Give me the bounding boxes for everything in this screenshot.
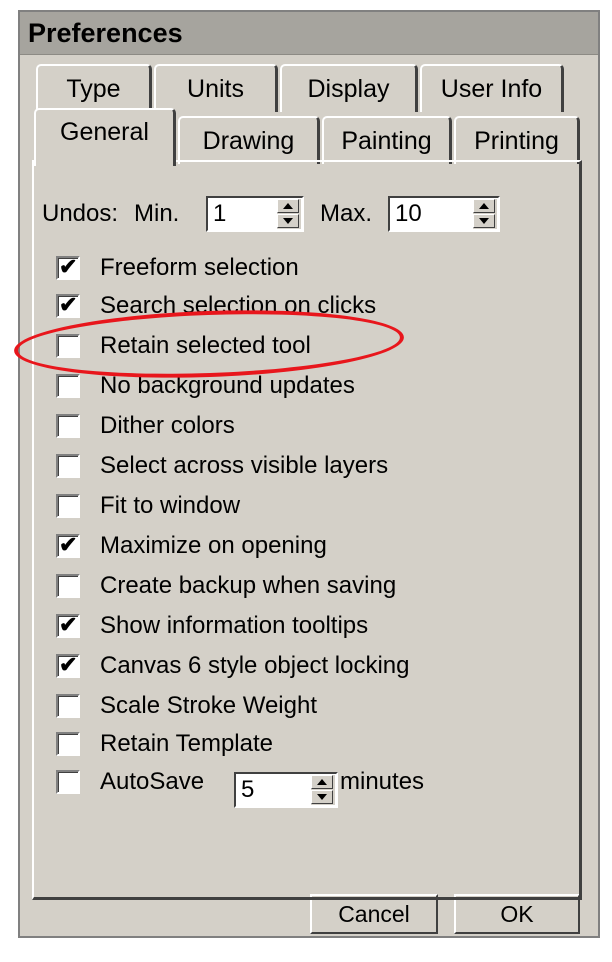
arrow-down-icon [317, 794, 327, 800]
autosave-down-button[interactable] [311, 790, 333, 804]
undos-min-down-button[interactable] [277, 214, 299, 228]
option-label: Freeform selection [100, 254, 299, 281]
option-select-across-visible-layers[interactable]: Select across visible layers [56, 448, 388, 484]
autosave-minutes-stepper[interactable]: 5 [234, 772, 338, 808]
ok-button[interactable]: OK [454, 894, 580, 934]
option-label: Scale Stroke Weight [100, 692, 317, 719]
autosave-label: AutoSave [100, 768, 205, 795]
checkbox[interactable]: ✔ [56, 652, 80, 678]
tab-type-label: Type [66, 74, 121, 103]
autosave-value[interactable]: 5 [241, 776, 254, 804]
cancel-button[interactable]: Cancel [310, 894, 438, 934]
undos-max-stepper[interactable]: 10 [388, 196, 500, 232]
autosave-up-button[interactable] [311, 775, 333, 789]
checkbox[interactable] [56, 694, 80, 718]
option-label: Retain selected tool [100, 332, 311, 359]
option-label: Show information tooltips [100, 612, 369, 639]
undos-max-value[interactable]: 10 [395, 200, 422, 228]
checkbox[interactable]: ✔ [56, 612, 80, 638]
undos-max-label: Max. [320, 200, 373, 227]
option-label: Search selection on clicks [100, 292, 377, 319]
ok-button-label: OK [500, 900, 534, 927]
tab-user-info[interactable]: User Info [420, 64, 564, 112]
arrow-down-icon [283, 218, 293, 224]
undos-min-stepper[interactable]: 1 [206, 196, 304, 232]
option-label: Fit to window [100, 492, 241, 519]
checkmark-icon: ✔ [59, 532, 78, 557]
undos-min-value[interactable]: 1 [213, 200, 226, 228]
cancel-button-label: Cancel [338, 900, 410, 927]
option-retain-selected-tool[interactable]: Retain selected tool [56, 328, 311, 364]
undos-min-spin-buttons [277, 199, 301, 229]
checkbox[interactable] [56, 454, 80, 478]
tab-general[interactable]: General [34, 108, 176, 166]
tab-units-label: Units [187, 74, 244, 103]
tab-user-info-label: User Info [440, 74, 543, 103]
checkmark-icon: ✔ [59, 254, 78, 279]
checkbox[interactable] [56, 414, 80, 438]
tab-printing-label: Printing [474, 126, 559, 155]
option-retain-template[interactable]: Retain Template [56, 726, 273, 762]
tab-painting[interactable]: Painting [322, 116, 452, 164]
arrow-up-icon [317, 779, 327, 785]
checkbox[interactable] [56, 574, 80, 598]
title-bar[interactable]: Preferences [20, 12, 598, 55]
option-label: Create backup when saving [100, 572, 397, 599]
checkbox[interactable]: ✔ [56, 254, 80, 280]
option-dither-colors[interactable]: Dither colors [56, 408, 235, 444]
arrow-down-icon [479, 218, 489, 224]
option-search-selection-on-clicks[interactable]: ✔ Search selection on clicks [56, 288, 376, 324]
tab-type[interactable]: Type [36, 64, 152, 112]
option-label: No background updates [100, 372, 355, 399]
option-freeform-selection[interactable]: ✔ Freeform selection [56, 250, 299, 286]
option-show-information-tooltips[interactable]: ✔ Show information tooltips [56, 608, 368, 644]
option-label: Dither colors [100, 412, 235, 439]
checkbox[interactable] [56, 494, 80, 518]
checkbox[interactable] [56, 374, 80, 398]
checkbox[interactable] [56, 732, 80, 756]
arrow-up-icon [479, 203, 489, 209]
tab-display[interactable]: Display [280, 64, 418, 112]
window-title: Preferences [28, 18, 183, 48]
tab-general-label: General [60, 118, 149, 146]
option-canvas-6-style-object-locking[interactable]: ✔ Canvas 6 style object locking [56, 648, 410, 684]
undos-min-up-button[interactable] [277, 199, 299, 213]
undos-max-spin-buttons [473, 199, 497, 229]
autosave-unit-label: minutes [340, 768, 425, 795]
tab-painting-label: Painting [341, 126, 432, 155]
general-panel: Undos: Min. 1 Max. 10 ✔ Freeform selectio… [32, 160, 582, 900]
arrow-up-icon [283, 203, 293, 209]
tab-display-label: Display [307, 74, 390, 103]
preferences-dialog: Preferences Type Units Display User Info… [18, 10, 600, 938]
checkbox[interactable]: ✔ [56, 532, 80, 558]
undos-max-down-button[interactable] [473, 214, 495, 228]
option-autosave[interactable]: AutoSave [56, 764, 204, 800]
checkbox[interactable] [56, 770, 80, 794]
checkbox[interactable]: ✔ [56, 292, 80, 318]
undos-label: Undos: [42, 200, 119, 227]
checkmark-icon: ✔ [59, 652, 78, 677]
option-label: Maximize on opening [100, 532, 327, 559]
option-label: Select across visible layers [100, 452, 389, 479]
option-create-backup-when-saving[interactable]: Create backup when saving [56, 568, 396, 604]
undos-min-label: Min. [134, 200, 180, 227]
tab-drawing-label: Drawing [202, 126, 295, 155]
autosave-spin-buttons [311, 775, 335, 805]
option-label: Canvas 6 style object locking [100, 652, 410, 679]
checkbox[interactable] [56, 334, 80, 358]
tab-printing[interactable]: Printing [454, 116, 580, 164]
tab-drawing[interactable]: Drawing [178, 116, 320, 164]
undos-max-up-button[interactable] [473, 199, 495, 213]
checkmark-icon: ✔ [59, 612, 78, 637]
option-scale-stroke-weight[interactable]: Scale Stroke Weight [56, 688, 317, 724]
checkmark-icon: ✔ [59, 292, 78, 317]
option-maximize-on-opening[interactable]: ✔ Maximize on opening [56, 528, 327, 564]
option-fit-to-window[interactable]: Fit to window [56, 488, 240, 524]
tab-units[interactable]: Units [154, 64, 278, 112]
option-label: Retain Template [100, 730, 273, 757]
option-no-background-updates[interactable]: No background updates [56, 368, 355, 404]
